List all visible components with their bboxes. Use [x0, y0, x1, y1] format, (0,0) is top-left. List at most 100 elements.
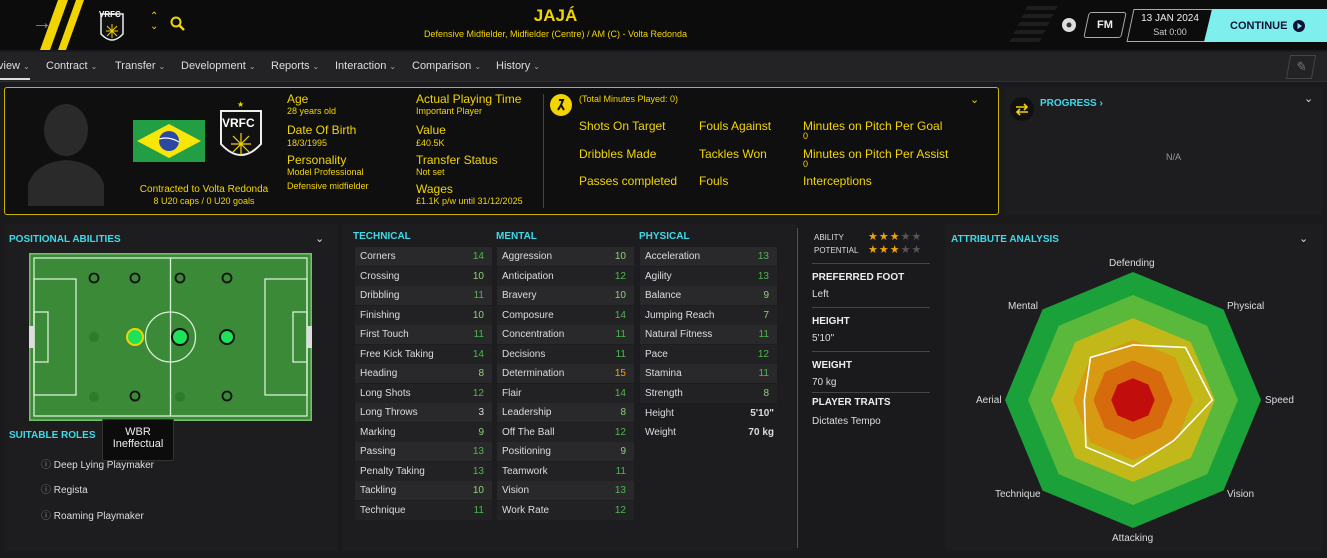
nav-reports[interactable]: Reports ⌄ [271, 60, 319, 72]
fm-button[interactable]: FM [1083, 12, 1127, 38]
attribute-row[interactable]: Flair 14 [497, 383, 634, 403]
axis-physical: Physical [1227, 301, 1265, 312]
attribute-name: Off The Ball [502, 426, 555, 438]
attribute-name: Long Shots [360, 387, 411, 399]
chevron-down-icon: ⌄ [23, 62, 30, 71]
attribute-value: 14 [614, 387, 626, 399]
attribute-value: 9 [478, 426, 484, 438]
attribute-row[interactable]: Strength 8 [640, 383, 777, 403]
attribute-value: 3 [478, 407, 484, 418]
nav-interaction[interactable]: Interaction ⌄ [335, 60, 396, 72]
personality-value: Model Professional [287, 167, 364, 177]
role-item[interactable]: ⓘ Deep Lying Playmaker [41, 456, 154, 471]
attribute-row[interactable]: Composure 14 [497, 305, 634, 325]
wages-value: £1.1K p/w until 31/12/2025 [416, 196, 523, 206]
weight-info-value: 70 kg [812, 377, 837, 388]
attribute-value: 9 [763, 290, 769, 301]
role-item[interactable]: ⓘ Roaming Playmaker [41, 507, 144, 522]
edit-button[interactable]: ✎ [1285, 55, 1317, 79]
attribute-row[interactable]: Positioning 9 [497, 442, 634, 461]
nav-transfer[interactable]: Transfer ⌄ [115, 60, 165, 72]
attribute-row[interactable]: Jumping Reach 7 [640, 305, 777, 325]
progress-link[interactable]: PROGRESS › [1040, 98, 1103, 109]
trait-item[interactable]: Dictates Tempo [812, 416, 881, 427]
attribute-row[interactable]: First Touch 11 [355, 325, 492, 344]
attribute-row[interactable]: Tackling 10 [355, 481, 492, 500]
attribute-row[interactable]: Penalty Taking 13 [355, 461, 492, 481]
attribute-row[interactable]: Dribbling 11 [355, 286, 492, 305]
attribute-row[interactable]: Work Rate 12 [497, 500, 634, 520]
attribute-row[interactable]: Technique 11 [355, 500, 492, 520]
attribute-value: 11 [615, 329, 626, 340]
attribute-name: Technique [360, 504, 406, 516]
value-label: Value [416, 123, 446, 137]
continue-button[interactable]: CONTINUE [1204, 9, 1327, 42]
attribute-row[interactable]: Teamwork 11 [497, 461, 634, 481]
attribute-row[interactable]: Vision 13 [497, 481, 634, 500]
attribute-row[interactable]: Natural Fitness 11 [640, 325, 777, 344]
ability-label: ABILITY [814, 233, 844, 242]
attribute-name: Work Rate [502, 504, 550, 516]
attribute-value: 12 [472, 387, 484, 399]
attribute-row[interactable]: Heading 8 [355, 364, 492, 383]
role-item[interactable]: ⓘ Regista [41, 481, 88, 496]
attribute-row[interactable]: Anticipation 12 [497, 266, 634, 286]
attribute-value: 13 [614, 485, 626, 496]
attribute-row[interactable]: Aggression 10 [497, 247, 634, 266]
chevron-down-icon[interactable]: ⌄ [970, 93, 979, 106]
attribute-value: 11 [473, 504, 484, 516]
nav-bar: view ⌄ Contract ⌄ Transfer ⌄ Development ⌄ R… [0, 52, 1327, 82]
attribute-name: Passing [360, 446, 396, 457]
stat-tackles: Tackles Won [699, 147, 767, 161]
height-value: 5'10" [750, 408, 774, 419]
attribute-row[interactable]: Off The Ball 12 [497, 422, 634, 442]
role-label: Roaming Playmaker [53, 511, 144, 522]
attribute-row[interactable]: Corners 14 [355, 247, 492, 266]
ball-icon[interactable] [1061, 17, 1077, 33]
attribute-row[interactable]: Stamina 11 [640, 364, 777, 383]
chevron-down-icon[interactable]: ⌄ [315, 232, 324, 245]
stat-min-per-assist: Minutes on Pitch Per Assist [803, 147, 949, 161]
attribute-row[interactable]: Pace 12 [640, 344, 777, 364]
attribute-row[interactable]: Free Kick Taking 14 [355, 344, 492, 364]
attribute-row[interactable]: Decisions 11 [497, 344, 634, 364]
chevron-down-icon: ⌄ [158, 62, 166, 71]
personality-label: Personality [287, 153, 347, 167]
age-value: 28 years old [287, 106, 337, 116]
attribute-row[interactable]: Determination 15 [497, 364, 634, 383]
ability-stars: ★★★★★ [868, 231, 923, 243]
attribute-row[interactable]: Passing 13 [355, 442, 492, 461]
nav-label: History [496, 60, 531, 72]
attribute-row[interactable]: Long Shots 12 [355, 383, 492, 403]
attribute-row[interactable]: Bravery 10 [497, 286, 634, 305]
role-label: Deep Lying Playmaker [53, 460, 155, 471]
attribute-row[interactable]: Acceleration 13 [640, 247, 777, 266]
attribute-row[interactable]: Finishing 10 [355, 305, 492, 325]
attribute-name: Teamwork [502, 465, 548, 477]
attribute-row[interactable]: Concentration 11 [497, 325, 634, 344]
attribute-row[interactable]: Leadership 8 [497, 403, 634, 422]
nav-development[interactable]: Development ⌄ [181, 60, 256, 72]
attribute-row[interactable]: Marking 9 [355, 422, 492, 442]
crest-large-text: VRFC [222, 116, 255, 130]
attribute-row[interactable]: Long Throws 3 [355, 403, 492, 422]
attribute-value: 7 [763, 309, 769, 321]
chevron-down-icon[interactable]: ⌄ [1304, 92, 1313, 105]
stat-shots: Shots On Target [579, 119, 666, 133]
axis-defending: Defending [1109, 258, 1155, 269]
radar-ring [1111, 378, 1155, 422]
attribute-name: Finishing [360, 309, 401, 321]
tooltip-rating: Ineffectual [112, 438, 164, 450]
attribute-value: 12 [614, 426, 626, 438]
attribute-row[interactable]: Crossing 10 [355, 266, 492, 286]
attribute-row[interactable]: Balance 9 [640, 286, 777, 305]
nav-comparison[interactable]: Comparison ⌄ [412, 60, 481, 72]
attribute-row[interactable]: Agility 13 [640, 266, 777, 286]
top-bar: → VRFC ⌃ ⌄ JAJÁ Defensive Midfielder, Mid… [0, 0, 1327, 50]
nav-history[interactable]: History ⌄ [496, 60, 540, 72]
info-icon: ⓘ [41, 511, 54, 522]
stat-dribbles: Dribbles Made [579, 147, 657, 161]
nav-contract[interactable]: Contract ⌄ [46, 60, 97, 72]
nav-overview[interactable]: view ⌄ [0, 60, 30, 80]
attribute-name: Heading [360, 368, 398, 379]
